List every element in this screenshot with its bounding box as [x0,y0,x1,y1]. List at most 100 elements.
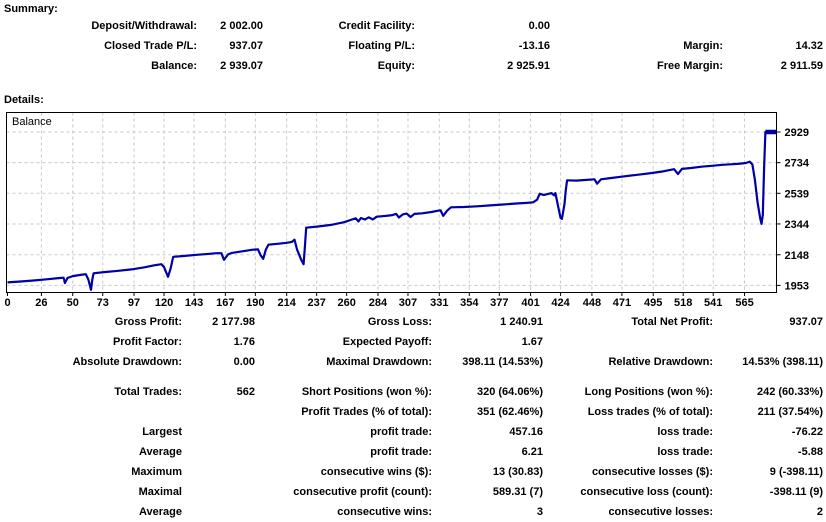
stat-row: Deposit/Withdrawal:2 002.00Credit Facili… [0,16,823,36]
stat-value [182,462,255,482]
chart-frame [7,113,777,293]
details-heading: Details: [4,94,44,106]
balance-chart-svg: 0265073971201431671902142372602843073313… [4,108,824,312]
x-axis-tick-label: 284 [369,297,388,309]
stat-label: Balance: [0,56,197,76]
x-axis-tick-label: 73 [97,297,109,309]
stat-value: 242 (60.33%) [713,382,823,402]
stat-value [182,422,255,442]
x-axis-tick-label: 541 [704,297,722,309]
x-axis-tick-label: 237 [307,297,325,309]
x-axis-tick-label: 565 [735,297,753,309]
x-axis-tick-label: 260 [337,297,355,309]
stat-label: consecutive wins ($): [255,462,432,482]
stat-label: Profit Trades (% of total): [255,402,432,422]
stat-row: Profit Factor:1.76Expected Payoff:1.67 [0,332,823,352]
stat-label: Credit Facility: [263,16,415,36]
stat-value [182,482,255,502]
stat-label: loss trade: [543,422,713,442]
stats-top-table: Gross Profit:2 177.98Gross Loss:1 240.91… [0,312,823,372]
balance-line [8,132,777,290]
stat-label: consecutive profit (count): [255,482,432,502]
stat-value: 14.32 [723,36,823,56]
stat-label: Largest [0,422,182,442]
stat-row: Maximumconsecutive wins ($):13 (30.83)co… [0,462,823,482]
stat-value: -13.16 [415,36,550,56]
stat-row: Closed Trade P/L:937.07Floating P/L:-13.… [0,36,823,56]
stat-label: profit trade: [255,422,432,442]
x-axis-tick-label: 471 [613,297,631,309]
x-axis-tick-label: 120 [155,297,173,309]
stat-value: 2 [713,502,823,522]
stat-value: 14.53% (398.11) [713,352,823,372]
stat-value: 2 177.98 [182,312,255,332]
stat-label: Equity: [263,56,415,76]
stat-label: Gross Loss: [255,312,432,332]
x-axis-tick-label: 448 [583,297,601,309]
stat-row: Averageprofit trade:6.21loss trade:-5.88 [0,442,823,462]
stat-label: Maximal Drawdown: [255,352,432,372]
stat-row: Gross Profit:2 177.98Gross Loss:1 240.91… [0,312,823,332]
stat-value: -398.11 (9) [713,482,823,502]
y-axis-tick-label: 1953 [785,280,809,292]
stat-value: 6.21 [432,442,543,462]
stat-label [550,16,723,36]
x-axis-tick-label: 190 [246,297,264,309]
stat-label: Absolute Drawdown: [0,352,182,372]
x-axis-tick-label: 424 [551,297,570,309]
stat-value: 0.00 [182,352,255,372]
stat-row: Profit Trades (% of total):351 (62.46%)L… [0,402,823,422]
stat-row: Balance:2 939.07Equity:2 925.91Free Marg… [0,56,823,76]
stat-value: 2 911.59 [723,56,823,76]
stat-label: loss trade: [543,442,713,462]
stat-value: 0.00 [415,16,550,36]
stat-value: -5.88 [713,442,823,462]
stat-row: Maximal consecutive profit (count):589.31… [0,482,823,502]
x-axis-tick-label: 377 [490,297,508,309]
stat-label: Total Net Profit: [543,312,713,332]
stat-label: Average [0,502,182,522]
stat-value: 1 240.91 [432,312,543,332]
x-axis-tick-label: 50 [67,297,79,309]
stat-row: Total Trades:562Short Positions (won %):… [0,382,823,402]
stat-value: 320 (64.06%) [432,382,543,402]
y-axis-tick-label: 2929 [785,127,809,139]
summary-heading: Summary: [4,3,58,15]
stat-value: 3 [432,502,543,522]
y-axis-tick-label: 2148 [785,250,809,262]
stat-value: 2 002.00 [197,16,263,36]
stat-label: Closed Trade P/L: [0,36,197,56]
stat-value: 9 (-398.11) [713,462,823,482]
stat-label: consecutive wins: [255,502,432,522]
x-axis-tick-label: 495 [644,297,662,309]
stat-label: Maximal [0,482,182,502]
y-axis-tick-label: 2344 [785,219,810,231]
stat-value [182,402,255,422]
stat-value: 937.07 [713,312,823,332]
stat-label: consecutive losses: [543,502,713,522]
stat-label: Loss trades (% of total): [543,402,713,422]
stat-value: 457.16 [432,422,543,442]
stat-label: Free Margin: [550,56,723,76]
stat-value: 398.11 (14.53%) [432,352,543,372]
stat-label: Profit Factor: [0,332,182,352]
stat-label: Total Trades: [0,382,182,402]
stats-bottom-table: Total Trades:562Short Positions (won %):… [0,382,823,522]
summary-table: Deposit/Withdrawal:2 002.00Credit Facili… [0,16,823,76]
x-axis-tick-label: 307 [399,297,417,309]
stat-value: 1.76 [182,332,255,352]
stat-label: Relative Drawdown: [543,352,713,372]
stat-value [713,332,823,352]
stat-row: Absolute Drawdown:0.00Maximal Drawdown:3… [0,352,823,372]
stat-value: 589.31 (7) [432,482,543,502]
x-axis-tick-label: 143 [185,297,203,309]
stat-label: Average [0,442,182,462]
y-axis-tick-label: 2539 [785,188,809,200]
stat-row: Average consecutive wins:3consecutive los… [0,502,823,522]
x-axis-tick-label: 97 [128,297,140,309]
stat-label [0,402,182,422]
x-axis-tick-label: 331 [430,297,448,309]
stat-value: -76.22 [713,422,823,442]
stat-label: consecutive loss (count): [543,482,713,502]
stat-value: 2 939.07 [197,56,263,76]
